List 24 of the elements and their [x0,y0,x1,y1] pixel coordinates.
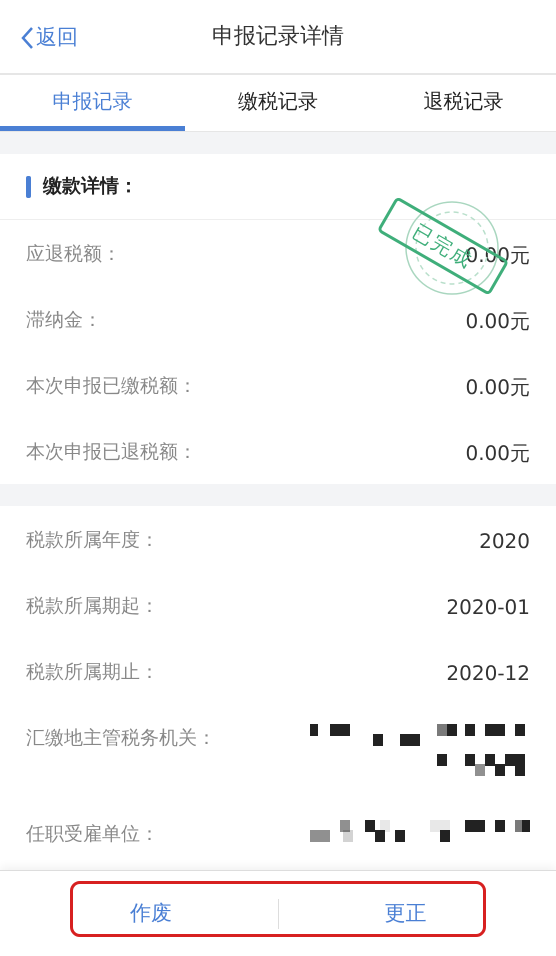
field-value: 0.00元 [465,440,530,467]
field-value: 0.00元 [465,374,530,401]
tab[interactable]: 退税记录 [370,75,556,131]
field-label: 任职受雇单位： [26,822,159,847]
field-label: 税款所属期止： [26,660,159,685]
field-label: 应退税额： [26,242,121,267]
field-label: 税款所属年度： [26,528,159,553]
field-value: 0.00元 [465,308,530,335]
field-value: 2020-01 [446,594,530,621]
footer-button[interactable]: 作废 [24,888,278,938]
field-value: 2020-12 [446,660,530,687]
field-label: 本次申报已缴税额： [26,374,197,399]
field-label: 本次申报已退税额： [26,440,197,465]
field-label: 滞纳金： [26,308,102,333]
field-label: 汇缴地主管税务机关： [26,726,216,751]
section-marker [26,176,31,198]
page-title: 申报记录详情 [212,23,344,51]
footer-button[interactable]: 更正 [278,888,532,938]
tab[interactable]: 缴税记录 [185,75,371,131]
section-title: 缴款详情： [43,174,138,200]
back-icon [20,26,34,50]
back-button[interactable]: 返回 [20,22,78,54]
field-value: 2020 [479,528,530,555]
field-label: 税款所属期起： [26,594,159,619]
